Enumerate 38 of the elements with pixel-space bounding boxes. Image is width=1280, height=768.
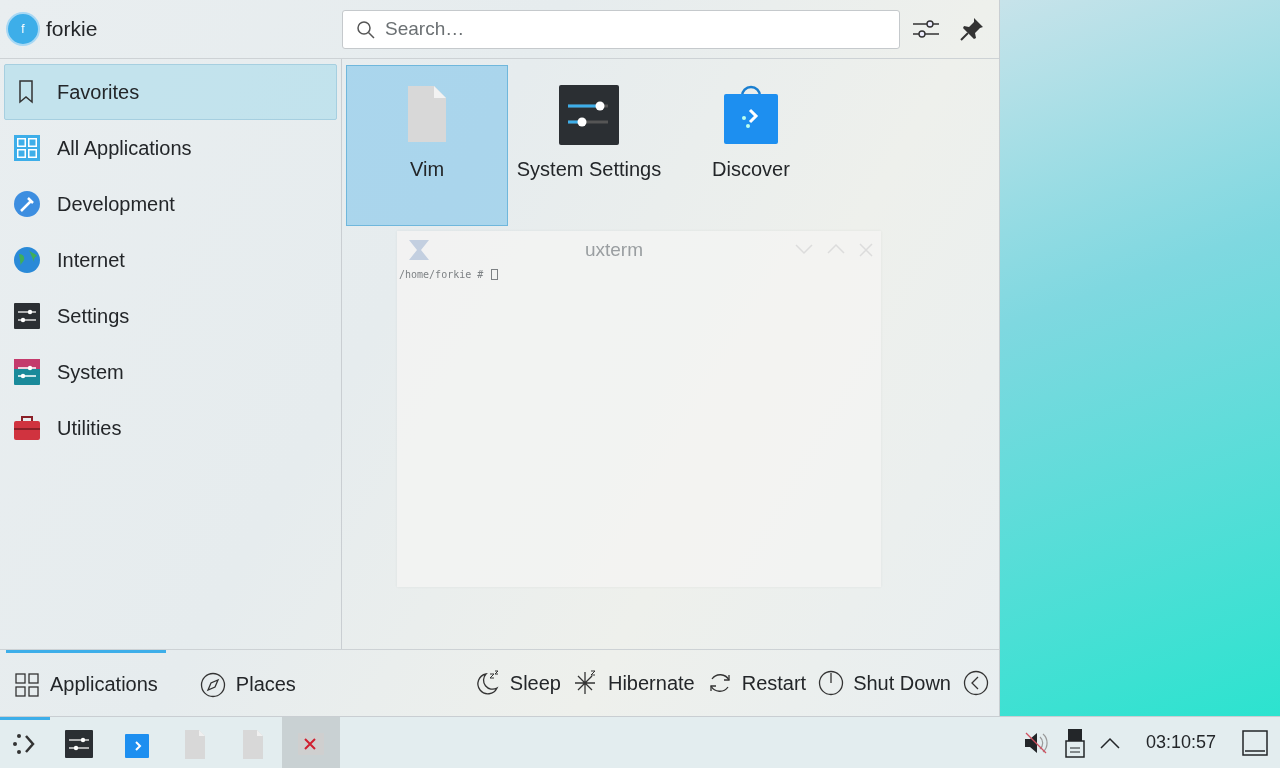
compass-icon: [199, 671, 226, 698]
category-item[interactable]: Utilities: [4, 400, 337, 456]
app-tile[interactable]: Vim: [346, 65, 508, 226]
grid-icon: [13, 134, 41, 162]
usb-drive-icon[interactable]: [1063, 727, 1086, 758]
user-name: forkie: [46, 17, 99, 41]
development-icon: [13, 190, 41, 218]
category-item[interactable]: Favorites: [4, 64, 337, 120]
clock[interactable]: 03:10:57: [1133, 732, 1228, 753]
shutdown-icon: [818, 670, 845, 696]
category-item[interactable]: All Applications: [4, 120, 337, 176]
category-item[interactable]: Development: [4, 176, 337, 232]
category-item[interactable]: System: [4, 344, 337, 400]
settings-icon: [13, 302, 41, 330]
tab[interactable]: Places: [191, 650, 304, 716]
app-tile[interactable]: System Settings: [508, 65, 670, 226]
text-cursor: [491, 269, 499, 280]
sleep-icon: [474, 670, 501, 696]
search-field[interactable]: Search…: [342, 9, 900, 49]
power-button[interactable]: Hibernate: [568, 670, 699, 696]
power-button[interactable]: Restart: [702, 670, 811, 696]
expand-tray-icon[interactable]: [1099, 736, 1120, 749]
pin-icon: [959, 16, 985, 42]
power-button[interactable]: Shut Down: [814, 670, 955, 696]
grid-icon: [14, 671, 40, 698]
system-icon: [13, 358, 41, 386]
settings-icon: [64, 729, 94, 759]
utilities-icon: [13, 414, 41, 442]
terminal-prompt: /home/forkie #: [399, 269, 485, 280]
category-item[interactable]: Settings: [4, 288, 337, 344]
internet-icon: [13, 246, 41, 274]
settings-icon: [558, 84, 620, 146]
app-tile[interactable]: Discover: [670, 65, 832, 226]
show-desktop-button[interactable]: [1242, 729, 1268, 756]
power-button[interactable]: Sleep: [470, 670, 565, 696]
search-icon: [356, 19, 376, 40]
window-title: uxterm: [583, 239, 645, 261]
category-item[interactable]: Internet: [4, 232, 337, 288]
